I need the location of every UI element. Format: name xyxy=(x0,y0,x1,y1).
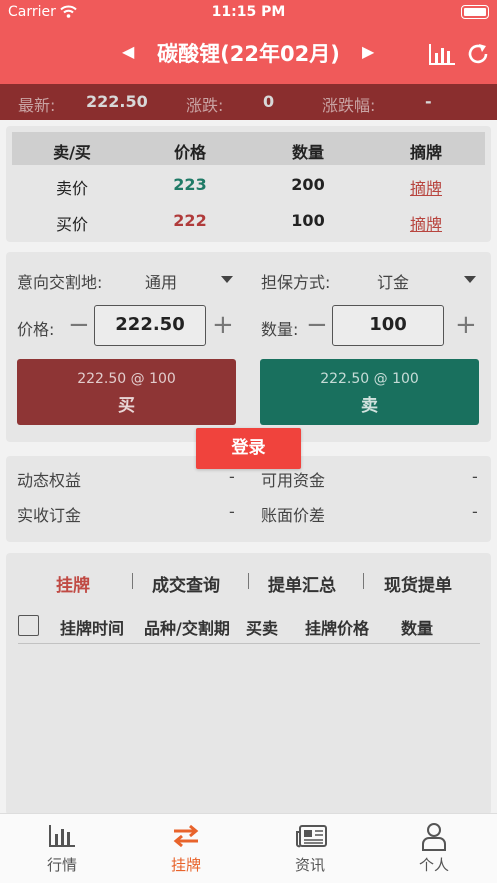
deposit-label: 实收订金 xyxy=(17,506,82,525)
buy-button[interactable]: 222.50 @ 100 买 xyxy=(17,359,236,425)
battery-icon xyxy=(461,5,489,19)
tab-listing[interactable]: 挂牌 xyxy=(56,571,90,596)
orders-panel: 挂牌 成交查询 提单汇总 现货提单 挂牌时间 品种/交割期 买卖 挂牌价格 数量 xyxy=(6,553,491,815)
deposit-value: - xyxy=(229,502,235,521)
equity-label: 动态权益 xyxy=(17,471,82,490)
guarantee-select[interactable]: 订金 xyxy=(377,269,409,293)
header-side: 卖/买 xyxy=(53,143,91,162)
caret-right-icon[interactable]: ▶ xyxy=(362,42,374,61)
latest-label: 最新: xyxy=(18,96,56,115)
sell-button[interactable]: 222.50 @ 100 卖 xyxy=(260,359,479,425)
order-form: 意向交割地: 通用 担保方式: 订金 价格: − 222.50 + 数量: − … xyxy=(6,252,491,442)
select-all-checkbox[interactable] xyxy=(18,615,39,636)
bid-qty: 100 xyxy=(291,211,325,230)
bid-take-link[interactable]: 摘牌 xyxy=(366,211,486,235)
tab-trade-query[interactable]: 成交查询 xyxy=(152,571,220,596)
buy-summary: 222.50 @ 100 xyxy=(77,371,176,387)
change-pct-label: 涨跌幅: xyxy=(322,96,376,115)
price-diff-value: - xyxy=(472,502,478,521)
quote-strip: 最新: 222.50 涨跌: 0 涨跌幅: - xyxy=(0,84,497,120)
available-funds-label: 可用资金 xyxy=(261,471,326,490)
chevron-down-icon[interactable] xyxy=(464,276,476,283)
qty-plus-button[interactable]: + xyxy=(455,312,477,338)
qty-minus-button[interactable]: − xyxy=(306,312,328,338)
price-input[interactable]: 222.50 xyxy=(94,305,206,346)
price-plus-button[interactable]: + xyxy=(212,312,234,338)
tabbar-news[interactable]: 资讯 xyxy=(248,814,372,883)
order-book: 卖/买 价格 数量 摘牌 卖价 223 200 摘牌 买价 222 100 摘牌 xyxy=(6,126,491,242)
sell-summary: 222.50 @ 100 xyxy=(320,371,419,387)
bar-chart-icon[interactable] xyxy=(428,42,456,66)
nav-bar: ◀ 碳酸锂(22年02月) ▶ xyxy=(0,24,497,84)
bid-side: 买价 xyxy=(55,215,88,234)
bid-price: 222 xyxy=(173,211,207,230)
swap-arrows-icon xyxy=(173,824,199,848)
latest-value: 222.50 xyxy=(86,92,148,111)
header-action: 摘牌 xyxy=(409,143,442,162)
col-listing-time: 挂牌时间 xyxy=(60,619,125,638)
ask-qty: 200 xyxy=(291,175,325,194)
change-label: 涨跌: xyxy=(186,96,224,115)
chevron-down-icon[interactable] xyxy=(221,276,233,283)
delivery-select[interactable]: 通用 xyxy=(145,269,177,293)
tabbar-profile[interactable]: 个人 xyxy=(372,814,496,883)
tabbar-listing[interactable]: 挂牌 xyxy=(124,814,248,883)
clock: 11:15 PM xyxy=(211,4,286,20)
sell-label: 卖 xyxy=(361,396,378,416)
status-bar: Carrier 11:15 PM xyxy=(0,0,497,24)
order-book-header: 卖/买 价格 数量 摘牌 xyxy=(12,132,485,165)
col-variety: 品种/交割期 xyxy=(144,619,230,638)
col-side: 买卖 xyxy=(246,619,279,638)
page-title: 碳酸锂(22年02月) xyxy=(157,42,340,66)
delivery-label: 意向交割地: xyxy=(17,273,103,292)
tab-bill-summary[interactable]: 提单汇总 xyxy=(268,571,336,596)
divider xyxy=(132,573,133,589)
newspaper-icon xyxy=(296,825,327,848)
price-minus-button[interactable]: − xyxy=(68,312,90,338)
equity-value: - xyxy=(229,467,235,486)
header-price: 价格 xyxy=(173,143,206,162)
person-icon xyxy=(422,823,446,851)
tabbar-profile-label: 个人 xyxy=(418,856,449,874)
guarantee-label: 担保方式: xyxy=(261,273,331,292)
col-qty: 数量 xyxy=(401,619,434,638)
refresh-icon[interactable] xyxy=(466,42,490,66)
login-button[interactable]: 登录 xyxy=(196,428,301,469)
tab-spot-bill[interactable]: 现货提单 xyxy=(384,571,452,596)
available-funds-value: - xyxy=(472,467,478,486)
divider xyxy=(18,643,480,644)
tabbar-market[interactable]: 行情 xyxy=(0,814,124,883)
tabbar-news-label: 资讯 xyxy=(294,856,325,874)
qty-input[interactable]: 100 xyxy=(332,305,444,346)
divider xyxy=(363,573,364,589)
ask-take-link[interactable]: 摘牌 xyxy=(366,175,486,199)
tab-bar: 行情 挂牌 资讯 个人 xyxy=(0,813,497,883)
change-value: 0 xyxy=(263,92,275,111)
divider xyxy=(248,573,249,589)
ask-row: 卖价 223 200 摘牌 xyxy=(12,168,485,204)
ask-price: 223 xyxy=(173,175,207,194)
change-pct-value: - xyxy=(425,92,432,111)
ask-side: 卖价 xyxy=(55,179,88,198)
bar-chart-icon xyxy=(49,825,75,847)
col-price: 挂牌价格 xyxy=(305,619,370,638)
tabbar-listing-label: 挂牌 xyxy=(170,856,201,874)
buy-label: 买 xyxy=(118,396,135,416)
price-label: 价格: xyxy=(17,320,55,339)
header-qty: 数量 xyxy=(291,143,324,162)
tabbar-market-label: 行情 xyxy=(46,856,77,874)
qty-label: 数量: xyxy=(261,320,299,339)
price-diff-label: 账面价差 xyxy=(261,506,326,525)
bid-row: 买价 222 100 摘牌 xyxy=(12,204,485,240)
